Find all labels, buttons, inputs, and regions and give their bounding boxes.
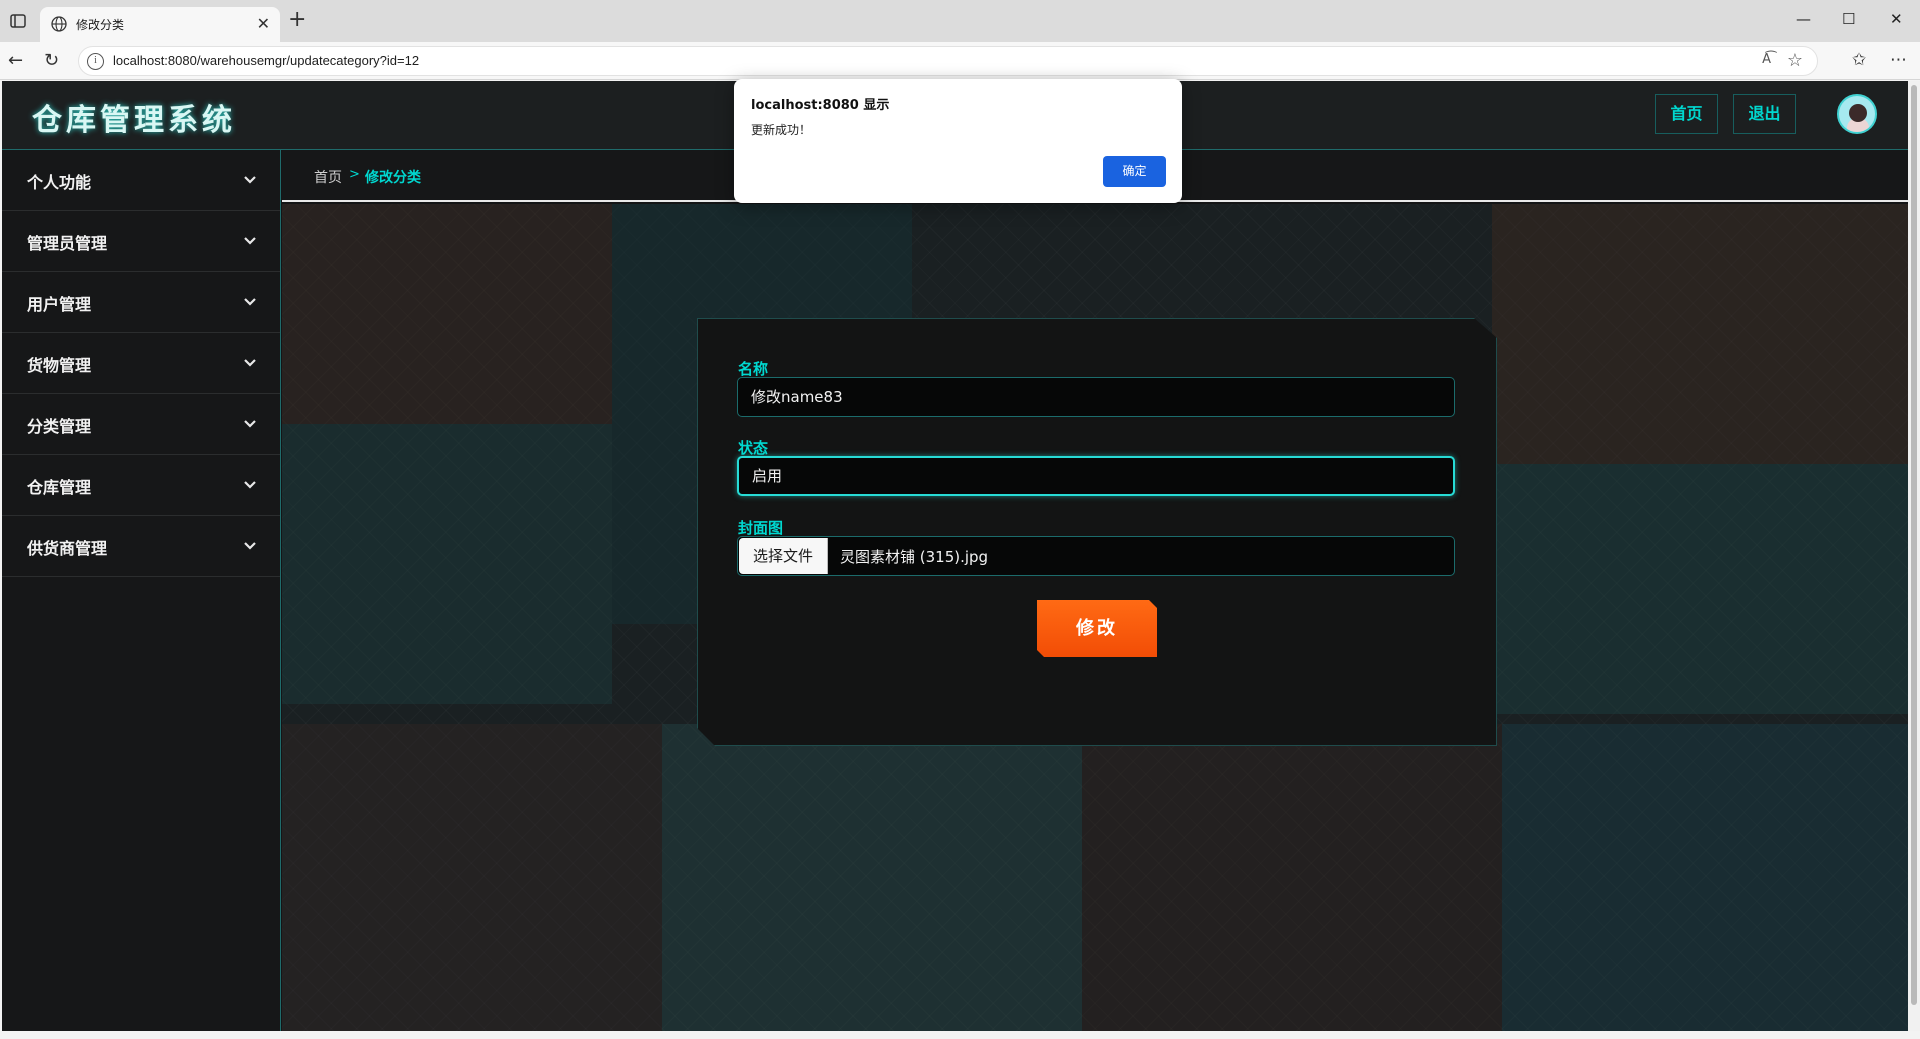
scrollbar-thumb[interactable] xyxy=(1911,85,1917,1005)
sidebar-item-label: 仓库管理 xyxy=(27,478,92,497)
close-tab-icon[interactable]: ✕ xyxy=(257,14,270,33)
avatar-head xyxy=(1849,104,1867,122)
bg-tile xyxy=(1082,724,1502,1031)
sidebar-item-label: 分类管理 xyxy=(27,417,92,436)
name-label: 名称 xyxy=(738,360,769,378)
avatar[interactable] xyxy=(1837,94,1877,134)
reload-icon[interactable]: ↻ xyxy=(44,50,59,71)
sidebar-item-personal[interactable]: 个人功能 xyxy=(2,150,280,211)
chevron-down-icon xyxy=(244,481,256,489)
bg-tile xyxy=(662,724,1082,1031)
sidebar-item-label: 供货商管理 xyxy=(27,539,108,558)
chevron-down-icon xyxy=(244,542,256,550)
home-button[interactable]: 首页 xyxy=(1655,94,1718,134)
chevron-down-icon xyxy=(244,237,256,245)
sidebar-item-label: 管理员管理 xyxy=(27,234,108,253)
dialog-title: localhost:8080 显示 xyxy=(751,98,890,113)
chevron-down-icon xyxy=(244,176,256,184)
maximize-icon[interactable]: ☐ xyxy=(1842,10,1855,28)
bg-tile xyxy=(1492,464,1908,714)
globe-icon xyxy=(51,16,67,32)
chevron-down-icon xyxy=(244,298,256,306)
tab-title: 修改分类 xyxy=(76,18,125,32)
dialog-message: 更新成功！ xyxy=(751,123,812,137)
url-text[interactable]: localhost:8080/warehousemgr/updatecatego… xyxy=(113,53,419,68)
file-name-text: 灵图素材铺 (315).jpg xyxy=(840,548,989,566)
alert-dialog: localhost:8080 显示 更新成功！ 确定 xyxy=(734,79,1182,203)
bg-tile xyxy=(1502,724,1908,1031)
bg-tile xyxy=(282,204,612,424)
breadcrumb-separator: > xyxy=(349,167,360,182)
page-scrollbar[interactable] xyxy=(1908,81,1920,1031)
sidebar: 个人功能 管理员管理 用户管理 货物管理 分类管理 仓库管理 供货商管理 xyxy=(2,150,281,1031)
logout-button[interactable]: 退出 xyxy=(1733,94,1796,134)
status-input[interactable]: 启用 xyxy=(737,456,1455,496)
submit-button[interactable]: 修改 xyxy=(1037,600,1157,657)
close-window-icon[interactable]: ✕ xyxy=(1890,10,1903,28)
sidebar-item-label: 个人功能 xyxy=(27,173,92,192)
cover-file-input[interactable]: 选择文件 灵图素材铺 (315).jpg xyxy=(737,536,1455,576)
dialog-ok-button[interactable]: 确定 xyxy=(1103,156,1166,187)
bg-tile xyxy=(1492,204,1908,464)
edit-category-form: 名称 修改name83 状态 启用 封面图 选择文件 灵图素材铺 (315).j… xyxy=(697,318,1497,746)
address-bar[interactable]: i localhost:8080/warehousemgr/updatecate… xyxy=(78,46,1818,76)
bg-tile xyxy=(282,724,662,1031)
sidebar-item-label: 用户管理 xyxy=(27,295,92,314)
browser-toolbar: ← ↻ i localhost:8080/warehousemgr/update… xyxy=(0,42,1920,80)
sidebar-item-suppliers[interactable]: 供货商管理 xyxy=(2,516,280,577)
more-menu-icon[interactable]: ⋯ xyxy=(1890,50,1907,70)
sidebar-item-goods[interactable]: 货物管理 xyxy=(2,333,280,394)
browser-tab[interactable]: 修改分类 ✕ xyxy=(40,7,280,42)
sidebar-item-categories[interactable]: 分类管理 xyxy=(2,394,280,455)
sidebar-item-users[interactable]: 用户管理 xyxy=(2,272,280,333)
browser-tab-strip: 修改分类 ✕ + — ☐ ✕ xyxy=(0,0,1920,42)
new-tab-icon[interactable]: + xyxy=(288,9,306,31)
name-input[interactable]: 修改name83 xyxy=(737,377,1455,417)
back-icon[interactable]: ← xyxy=(8,50,23,71)
favorites-icon[interactable]: ✩ xyxy=(1852,50,1866,70)
minimize-icon[interactable]: — xyxy=(1796,10,1811,28)
breadcrumb-current: 修改分类 xyxy=(365,170,421,186)
bg-tile xyxy=(282,424,612,704)
chevron-down-icon xyxy=(244,420,256,428)
site-info-icon[interactable]: i xyxy=(87,53,104,70)
sidebar-item-warehouses[interactable]: 仓库管理 xyxy=(2,455,280,516)
status-label: 状态 xyxy=(738,439,769,457)
chevron-down-icon xyxy=(244,359,256,367)
favorite-star-icon[interactable]: ☆ xyxy=(1787,50,1803,71)
sidebar-item-label: 货物管理 xyxy=(27,356,92,375)
tab-actions-icon[interactable] xyxy=(8,11,28,31)
sidebar-item-admins[interactable]: 管理员管理 xyxy=(2,211,280,272)
read-aloud-icon[interactable]: A͡ xyxy=(1762,52,1771,67)
cover-label: 封面图 xyxy=(738,519,784,537)
breadcrumb-home[interactable]: 首页 xyxy=(314,167,342,187)
page-viewport: 仓库管理系统 首页 退出 个人功能 管理员管理 用户管理 货物管理 分类管理 仓… xyxy=(2,81,1908,1031)
app-logo: 仓库管理系统 xyxy=(32,103,236,138)
choose-file-button[interactable]: 选择文件 xyxy=(739,538,828,574)
